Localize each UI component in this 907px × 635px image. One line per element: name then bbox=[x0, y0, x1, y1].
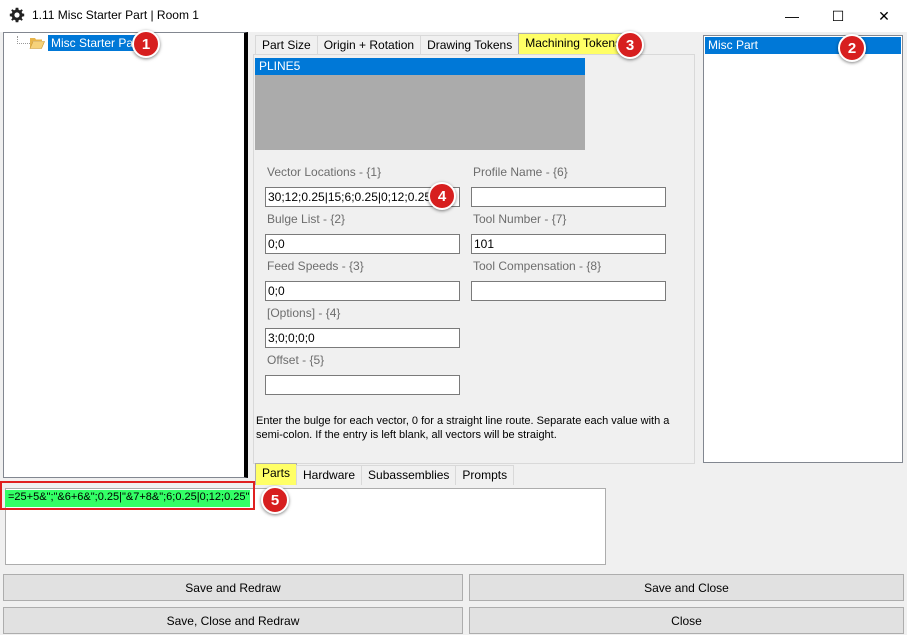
minimize-icon: — bbox=[785, 8, 799, 24]
tool-compensation-field[interactable] bbox=[471, 281, 666, 301]
maximize-icon: ☐ bbox=[831, 7, 845, 24]
save-and-redraw-button[interactable]: Save and Redraw bbox=[3, 574, 463, 601]
tool-number-label: Tool Number - {7} bbox=[473, 212, 567, 226]
tab-origin-rotation[interactable]: Origin + Rotation bbox=[316, 35, 422, 55]
callout-badge-3: 3 bbox=[616, 31, 644, 59]
tab-parts[interactable]: Parts bbox=[255, 463, 298, 485]
callout-badge-5: 5 bbox=[261, 486, 289, 514]
tab-prompts[interactable]: Prompts bbox=[455, 465, 515, 485]
close-button[interactable]: Close bbox=[469, 607, 904, 634]
tab-part-size[interactable]: Part Size bbox=[255, 35, 318, 55]
part-list-item[interactable]: Misc Part bbox=[705, 37, 901, 54]
bulge-list-field[interactable]: 0;0 bbox=[265, 234, 460, 254]
formula-text[interactable]: =25+5&";"&6+6&";0.25|"&7+8&";6;0.25|0;12… bbox=[5, 490, 250, 507]
feed-speeds-field[interactable]: 0;0 bbox=[265, 281, 460, 301]
callout-badge-4: 4 bbox=[428, 182, 456, 210]
tab-drawing-tokens[interactable]: Drawing Tokens bbox=[420, 35, 520, 55]
token-list-item[interactable]: PLINE5 bbox=[255, 58, 585, 75]
part-tree[interactable]: Misc Starter Part bbox=[3, 32, 248, 478]
tab-hardware[interactable]: Hardware bbox=[296, 465, 363, 485]
help-text: Enter the bulge for each vector, 0 for a… bbox=[256, 415, 670, 441]
part-list-panel[interactable]: Misc Part bbox=[703, 35, 903, 463]
save-and-close-button[interactable]: Save and Close bbox=[469, 574, 904, 601]
profile-name-label: Profile Name - {6} bbox=[473, 165, 568, 179]
tab-machining-tokens[interactable]: Machining Tokens bbox=[518, 33, 629, 55]
close-window-button[interactable]: ✕ bbox=[861, 0, 907, 32]
save-close-and-redraw-button[interactable]: Save, Close and Redraw bbox=[3, 607, 463, 634]
maximize-button[interactable]: ☐ bbox=[815, 0, 861, 32]
offset-field[interactable] bbox=[265, 375, 460, 395]
callout-badge-1: 1 bbox=[132, 30, 160, 58]
vector-locations-label: Vector Locations - {1} bbox=[267, 165, 382, 179]
tool-number-field[interactable]: 101 bbox=[471, 234, 666, 254]
minimize-button[interactable]: — bbox=[769, 0, 815, 32]
callout-badge-2: 2 bbox=[838, 34, 866, 62]
tool-compensation-label: Tool Compensation - {8} bbox=[473, 259, 602, 273]
offset-label: Offset - {5} bbox=[267, 353, 325, 367]
close-icon: ✕ bbox=[878, 7, 890, 24]
token-list[interactable]: PLINE5 bbox=[255, 58, 585, 150]
gear-icon bbox=[9, 7, 25, 23]
options-label: [Options] - {4} bbox=[267, 306, 341, 320]
options-field[interactable]: 3;0;0;0;0 bbox=[265, 328, 460, 348]
profile-name-field[interactable] bbox=[471, 187, 666, 207]
top-tab-strip: Part Size Origin + Rotation Drawing Toke… bbox=[255, 33, 629, 55]
feed-speeds-label: Feed Speeds - {3} bbox=[267, 259, 364, 273]
window-title: 1.11 Misc Starter Part | Room 1 bbox=[32, 8, 199, 22]
bottom-tab-strip: Parts Hardware Subassemblies Prompts bbox=[255, 463, 515, 485]
tab-subassemblies[interactable]: Subassemblies bbox=[361, 465, 457, 485]
title-bar: 1.11 Misc Starter Part | Room 1 — ☐ ✕ bbox=[0, 0, 907, 32]
tree-node-misc-starter-part[interactable]: Misc Starter Part bbox=[48, 35, 144, 51]
bulge-list-label: Bulge List - {2} bbox=[267, 212, 346, 226]
folder-open-icon bbox=[29, 38, 45, 49]
